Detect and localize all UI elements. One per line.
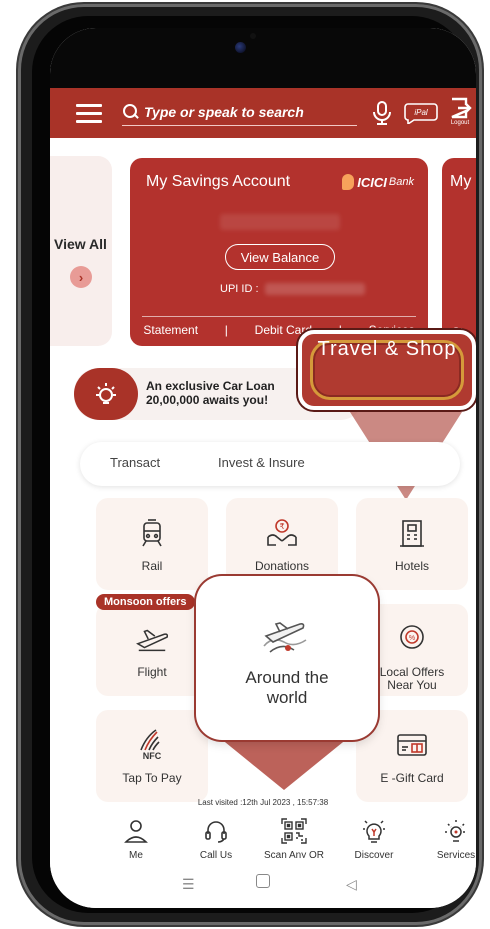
speaker xyxy=(250,33,256,39)
nav-call-us[interactable]: Call Us xyxy=(176,818,256,861)
card-divider xyxy=(142,316,416,317)
app-header: Type or speak to search iPal Logout xyxy=(50,88,476,138)
menu-icon[interactable] xyxy=(76,104,102,123)
nfc-icon: NFC xyxy=(135,728,169,762)
svg-text:₹: ₹ xyxy=(279,522,284,531)
phone-screen: Type or speak to search iPal Logout View… xyxy=(50,28,476,908)
view-balance-button[interactable]: View Balance xyxy=(225,244,335,270)
person-icon xyxy=(123,818,149,844)
travel-shop-label: Travel & Shop xyxy=(317,338,457,360)
upi-label: UPI ID : xyxy=(220,283,259,295)
status-bar xyxy=(50,28,476,90)
around-the-world-callout[interactable]: Around the world xyxy=(196,576,378,740)
world-callout-pointer xyxy=(220,738,348,790)
savings-account-card[interactable]: My Savings Account ICICI Bank View Balan… xyxy=(130,158,428,346)
bank-logo-icon xyxy=(342,174,355,190)
flight-label: Flight xyxy=(137,665,167,679)
rail-label: Rail xyxy=(141,559,163,573)
services-icon xyxy=(443,818,469,844)
hotels-label: Hotels xyxy=(394,559,429,573)
tab-transact[interactable]: Transact xyxy=(110,455,160,470)
monsoon-offers-badge: Monsoon offers xyxy=(96,594,195,610)
bank-logo: ICICI Bank xyxy=(342,174,414,190)
search-icon xyxy=(122,103,140,121)
bank-name: ICICI xyxy=(357,174,387,190)
qr-icon xyxy=(281,818,307,844)
home-button-icon[interactable] xyxy=(256,874,270,888)
gift-card-icon xyxy=(395,728,429,762)
nav-discover[interactable]: Discover xyxy=(334,818,414,861)
hotel-icon xyxy=(395,516,429,550)
hotels-tile[interactable]: Hotels xyxy=(356,498,468,590)
flight-tile[interactable]: Flight xyxy=(96,604,208,696)
train-icon xyxy=(135,516,169,550)
airplane-icon xyxy=(135,622,169,656)
donations-label: Donations xyxy=(254,559,310,573)
nav-scan-qr[interactable]: Scan Any QR xyxy=(254,818,334,861)
ipal-icon[interactable]: iPal xyxy=(404,100,438,126)
bulb-icon xyxy=(74,368,138,420)
category-tabs: Transact Invest & Insure xyxy=(80,442,460,486)
rail-tile[interactable]: Rail xyxy=(96,498,208,590)
phone-frame: Type or speak to search iPal Logout View… xyxy=(18,4,482,925)
promo-text: An exclusive Car Loan 20,00,000 awaits y… xyxy=(146,379,275,407)
account-number-masked xyxy=(220,214,340,230)
tab-invest-insure[interactable]: Invest & Insure xyxy=(218,455,305,470)
headset-icon xyxy=(203,818,229,844)
upi-id-masked xyxy=(264,283,365,295)
statement-link[interactable]: Statement xyxy=(143,323,198,337)
bank-suffix: Bank xyxy=(388,176,414,188)
svg-text:iPal: iPal xyxy=(414,108,428,117)
percent-offer-icon: % xyxy=(395,622,429,656)
tap-to-pay-label: Tap To Pay xyxy=(122,771,182,785)
local-offers-line-2: Near You xyxy=(387,678,437,692)
next-card-title: My xyxy=(450,173,472,190)
upi-row: UPI ID : xyxy=(220,283,365,295)
donation-icon: ₹ xyxy=(265,516,299,550)
mic-icon[interactable] xyxy=(370,100,394,126)
view-all-label: View All xyxy=(54,236,107,252)
last-visited-text: Last visited :12th Jul 2023 , 15:57:38 xyxy=(197,798,329,807)
egift-card-label: E -Gift Card xyxy=(380,771,444,785)
svg-text:%: % xyxy=(409,635,415,642)
front-camera xyxy=(235,42,246,53)
system-nav-bar: ☰ ◁ xyxy=(50,858,476,908)
account-title: My Savings Account xyxy=(146,173,291,190)
promo-line-1: An exclusive Car Loan xyxy=(146,379,275,393)
discover-icon xyxy=(361,818,387,844)
next-account-card[interactable]: My St xyxy=(442,158,476,346)
chevron-right-icon[interactable]: › xyxy=(70,266,92,288)
nav-services[interactable]: Services xyxy=(416,818,476,861)
link-separator: | xyxy=(224,323,228,337)
logout-label: Logout xyxy=(450,120,470,126)
local-offers-label: Local Offers Near You xyxy=(380,666,444,692)
search-input[interactable]: Type or speak to search xyxy=(122,98,357,126)
recent-apps-icon[interactable]: ☰ xyxy=(182,876,195,893)
airplane-map-icon xyxy=(256,616,316,662)
promo-line-2: 20,00,000 awaits you! xyxy=(146,393,269,407)
view-all-card[interactable]: View All › xyxy=(50,156,112,346)
logout-icon[interactable]: Logout xyxy=(448,96,472,130)
search-placeholder: Type or speak to search xyxy=(144,103,304,120)
travel-shop-callout[interactable]: Travel & Shop xyxy=(298,330,476,410)
around-the-world-line-1: Around the xyxy=(245,668,329,687)
nav-me[interactable]: Me xyxy=(96,818,176,861)
back-icon[interactable]: ◁ xyxy=(346,876,357,893)
tap-to-pay-tile[interactable]: NFC Tap To Pay xyxy=(96,710,208,802)
nfc-text: NFC xyxy=(142,751,162,761)
around-the-world-label: Around the world xyxy=(196,668,378,708)
around-the-world-line-2: world xyxy=(266,688,308,707)
